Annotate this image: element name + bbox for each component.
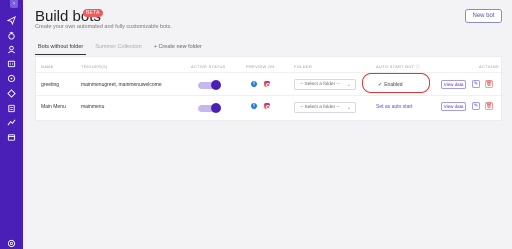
bot-triggers: mainmenu xyxy=(81,104,105,110)
delete-icon[interactable]: 🗑 xyxy=(485,80,493,88)
billing-icon[interactable] xyxy=(6,132,16,142)
column-header-actions: ACTIONS xyxy=(479,64,499,69)
new-bot-button[interactable]: New bot xyxy=(465,9,502,23)
bot-name: greeting xyxy=(41,82,60,88)
column-header-active-status: ACTIVE STATUS xyxy=(191,64,226,69)
page-subtitle: Create your own automated and fully cust… xyxy=(35,24,172,30)
user-icon[interactable] xyxy=(6,44,16,54)
column-header-auto-start: AUTO START BOT ⓘ xyxy=(376,64,421,69)
enabled-highlight xyxy=(362,73,430,93)
sidebar: › xyxy=(0,0,23,249)
column-header-triggers: TRIGGER(S) xyxy=(81,64,108,69)
delete-icon[interactable]: 🗑 xyxy=(485,102,493,110)
instagram-icon[interactable] xyxy=(264,81,270,87)
send-icon[interactable] xyxy=(6,15,16,25)
column-header-preview-on: PREVIEW ON xyxy=(246,64,275,69)
broadcast-icon[interactable] xyxy=(6,88,16,98)
tab-bots-without-folder[interactable]: Bots without folder xyxy=(35,42,87,55)
bot-triggers: mainmenugreet, mainmenuwelcome xyxy=(81,82,162,88)
info-icon[interactable]: ⓘ xyxy=(416,64,420,69)
facebook-icon[interactable]: f xyxy=(251,103,257,109)
toggle-knob xyxy=(211,80,221,90)
folder-tabs: Bots without folder Summer Collection + … xyxy=(35,42,211,55)
toggle-knob xyxy=(211,103,221,113)
facebook-icon[interactable]: f xyxy=(251,81,257,87)
chart-icon[interactable] xyxy=(6,117,16,127)
folder-select[interactable]: -- Select a folder -- ⌄ xyxy=(294,102,356,113)
stack-icon[interactable] xyxy=(6,73,16,83)
chevron-right-icon[interactable]: › xyxy=(10,0,18,8)
view-data-button[interactable]: View data xyxy=(441,102,466,111)
settings-icon[interactable] xyxy=(6,103,16,113)
view-data-button[interactable]: View data xyxy=(441,80,466,89)
tab-summer-collection[interactable]: Summer Collection xyxy=(92,42,144,55)
column-header-name: NAME xyxy=(41,64,54,69)
row-divider xyxy=(36,95,501,96)
beta-badge: BETA xyxy=(83,9,103,17)
bot-icon[interactable] xyxy=(6,58,16,68)
create-folder-tab[interactable]: + Create new folder xyxy=(151,42,205,55)
bots-table: NAME TRIGGER(S) ACTIVE STATUS PREVIEW ON… xyxy=(35,56,502,121)
set-auto-start-link[interactable]: Set as auto start xyxy=(376,104,412,110)
folder-select[interactable]: -- Select a folder -- ⌄ xyxy=(294,79,356,90)
edit-icon[interactable]: ✎ xyxy=(472,102,480,110)
header-divider xyxy=(36,72,501,73)
instagram-icon[interactable] xyxy=(264,103,270,109)
bot-name: Main Menu xyxy=(41,104,66,110)
chevron-down-icon: ⌄ xyxy=(346,105,351,111)
column-header-folder: FOLDER xyxy=(294,64,313,69)
puzzle-icon[interactable] xyxy=(6,30,16,40)
help-icon[interactable] xyxy=(6,238,16,248)
active-status-toggle[interactable] xyxy=(198,103,221,113)
active-status-toggle[interactable] xyxy=(198,80,221,90)
edit-icon[interactable]: ✎ xyxy=(472,80,480,88)
chevron-down-icon: ⌄ xyxy=(346,82,351,88)
